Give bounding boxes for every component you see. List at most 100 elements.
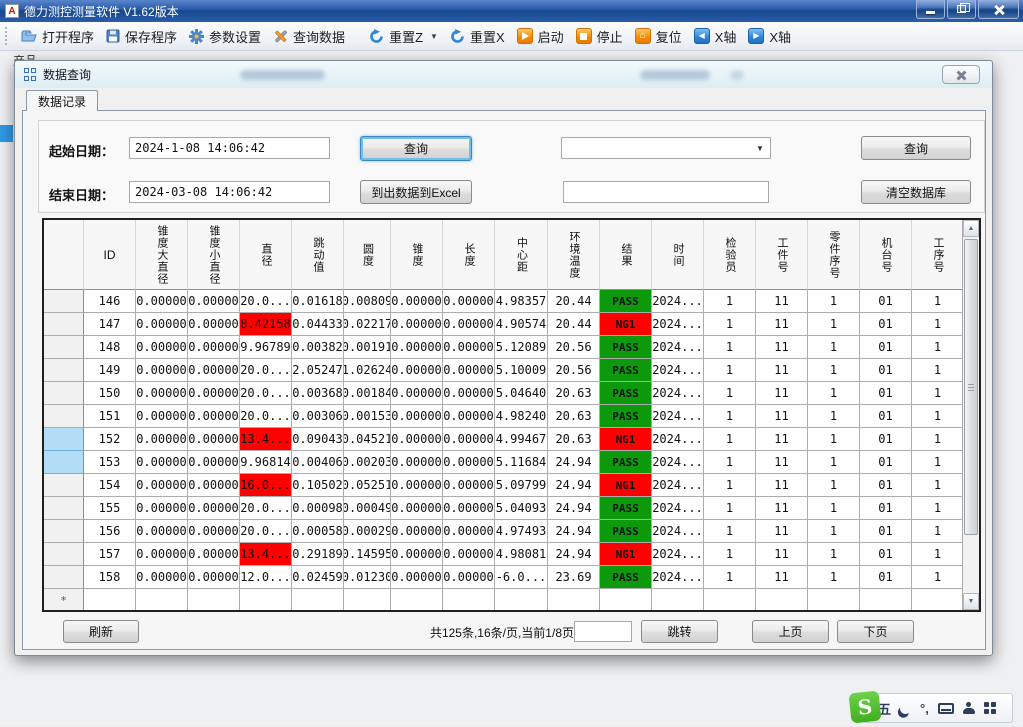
cell-id[interactable]: 157: [84, 543, 136, 566]
filter-input[interactable]: [563, 181, 769, 203]
cell-id[interactable]: 149: [84, 359, 136, 382]
row-selector[interactable]: [44, 382, 84, 405]
cell-runout[interactable]: 0.29189: [292, 543, 344, 566]
next-page-button[interactable]: 下页: [837, 620, 914, 643]
cell-machine[interactable]: 01: [860, 382, 912, 405]
jump-button[interactable]: 跳转: [641, 620, 718, 643]
cell-time[interactable]: 2024...: [652, 405, 704, 428]
restore-button[interactable]: [947, 0, 976, 19]
cell-empty[interactable]: [756, 589, 808, 610]
cell-result[interactable]: PASS: [600, 290, 652, 313]
cell-big[interactable]: 0.00000: [136, 290, 188, 313]
stop-button[interactable]: 停止: [570, 24, 629, 49]
cell-empty[interactable]: [391, 589, 443, 610]
cell-insp[interactable]: 1: [704, 359, 756, 382]
cell-taper[interactable]: 0.00000: [391, 313, 443, 336]
cell-taper[interactable]: 0.00000: [391, 451, 443, 474]
cell-dia[interactable]: 13.4...: [240, 428, 292, 451]
cell-id[interactable]: 158: [84, 566, 136, 589]
cell-runout[interactable]: 0.00368: [292, 382, 344, 405]
cell-empty[interactable]: [495, 589, 548, 610]
cell-len[interactable]: 0.00000: [443, 405, 495, 428]
cell-machine[interactable]: 01: [860, 313, 912, 336]
grid-corner-cell[interactable]: [44, 220, 84, 290]
cell-proc[interactable]: 1: [912, 359, 962, 382]
cell-time[interactable]: 2024...: [652, 313, 704, 336]
refresh-button[interactable]: 刷新: [63, 620, 139, 643]
cell-wp[interactable]: 11: [756, 428, 808, 451]
cell-proc[interactable]: 1: [912, 382, 962, 405]
x-axis-right-button[interactable]: ▶ X轴: [742, 24, 797, 49]
cell-wp[interactable]: 11: [756, 313, 808, 336]
cell-id[interactable]: 154: [84, 474, 136, 497]
cell-result[interactable]: NG1: [600, 313, 652, 336]
cell-empty[interactable]: [344, 589, 391, 610]
export-excel-button[interactable]: 到出数据到Excel: [360, 180, 472, 204]
cell-time[interactable]: 2024...: [652, 566, 704, 589]
cell-center[interactable]: 5.11684: [495, 451, 548, 474]
close-button[interactable]: [978, 0, 1019, 19]
cell-insp[interactable]: 1: [704, 428, 756, 451]
cell-serial[interactable]: 1: [808, 336, 860, 359]
cell-machine[interactable]: 01: [860, 428, 912, 451]
cell-runout[interactable]: 0.00058: [292, 520, 344, 543]
cell-env[interactable]: 20.44: [548, 290, 600, 313]
cell-env[interactable]: 24.94: [548, 520, 600, 543]
punctuation-icon[interactable]: °,: [920, 701, 929, 716]
cell-machine[interactable]: 01: [860, 359, 912, 382]
cell-runout[interactable]: 0.02459: [292, 566, 344, 589]
start-date-input[interactable]: [129, 137, 330, 159]
cell-env[interactable]: 20.63: [548, 428, 600, 451]
cell-insp[interactable]: 1: [704, 520, 756, 543]
cell-serial[interactable]: 1: [808, 474, 860, 497]
cell-result[interactable]: PASS: [600, 359, 652, 382]
cell-dia[interactable]: 20.0...: [240, 290, 292, 313]
cell-proc[interactable]: 1: [912, 290, 962, 313]
cell-result[interactable]: PASS: [600, 451, 652, 474]
column-header-serial[interactable]: 零件序号: [808, 220, 860, 290]
cell-len[interactable]: 0.00000: [443, 382, 495, 405]
cell-serial[interactable]: 1: [808, 566, 860, 589]
cell-center[interactable]: 4.98357: [495, 290, 548, 313]
sogou-logo-icon[interactable]: S: [849, 691, 882, 724]
cell-len[interactable]: 0.00000: [443, 313, 495, 336]
cell-serial[interactable]: 1: [808, 497, 860, 520]
cell-taper[interactable]: 0.00000: [391, 566, 443, 589]
column-header-len[interactable]: 长度: [443, 220, 495, 290]
cell-proc[interactable]: 1: [912, 543, 962, 566]
cell-runout[interactable]: 0.00306: [292, 405, 344, 428]
cell-round[interactable]: 0.01230: [344, 566, 391, 589]
cell-round[interactable]: 0.00153: [344, 405, 391, 428]
cell-serial[interactable]: 1: [808, 520, 860, 543]
cell-result[interactable]: PASS: [600, 566, 652, 589]
account-icon[interactable]: [963, 702, 975, 714]
save-program-button[interactable]: 保存程序: [100, 24, 183, 49]
cell-insp[interactable]: 1: [704, 313, 756, 336]
cell-machine[interactable]: 01: [860, 451, 912, 474]
cell-insp[interactable]: 1: [704, 336, 756, 359]
start-button[interactable]: 启动: [511, 24, 570, 49]
cell-empty[interactable]: [240, 589, 292, 610]
new-record-selector[interactable]: *: [44, 589, 84, 610]
cell-center[interactable]: -6.0...: [495, 566, 548, 589]
cell-serial[interactable]: 1: [808, 451, 860, 474]
column-header-small[interactable]: 锥度小直径: [188, 220, 240, 290]
cell-center[interactable]: 5.10009: [495, 359, 548, 382]
cell-serial[interactable]: 1: [808, 405, 860, 428]
cell-serial[interactable]: 1: [808, 359, 860, 382]
cell-big[interactable]: 0.00000: [136, 428, 188, 451]
row-selector[interactable]: [44, 566, 84, 589]
cell-time[interactable]: 2024...: [652, 290, 704, 313]
cell-insp[interactable]: 1: [704, 451, 756, 474]
row-selector[interactable]: [44, 290, 84, 313]
cell-taper[interactable]: 0.00000: [391, 336, 443, 359]
cell-runout[interactable]: 0.09043: [292, 428, 344, 451]
column-header-runout[interactable]: 跳动值: [292, 220, 344, 290]
minimize-button[interactable]: [916, 0, 945, 19]
cell-big[interactable]: 0.00000: [136, 336, 188, 359]
cell-round[interactable]: 1.02624: [344, 359, 391, 382]
cell-proc[interactable]: 1: [912, 497, 962, 520]
cell-taper[interactable]: 0.00000: [391, 359, 443, 382]
cell-center[interactable]: 4.98081: [495, 543, 548, 566]
row-selector[interactable]: [44, 543, 84, 566]
